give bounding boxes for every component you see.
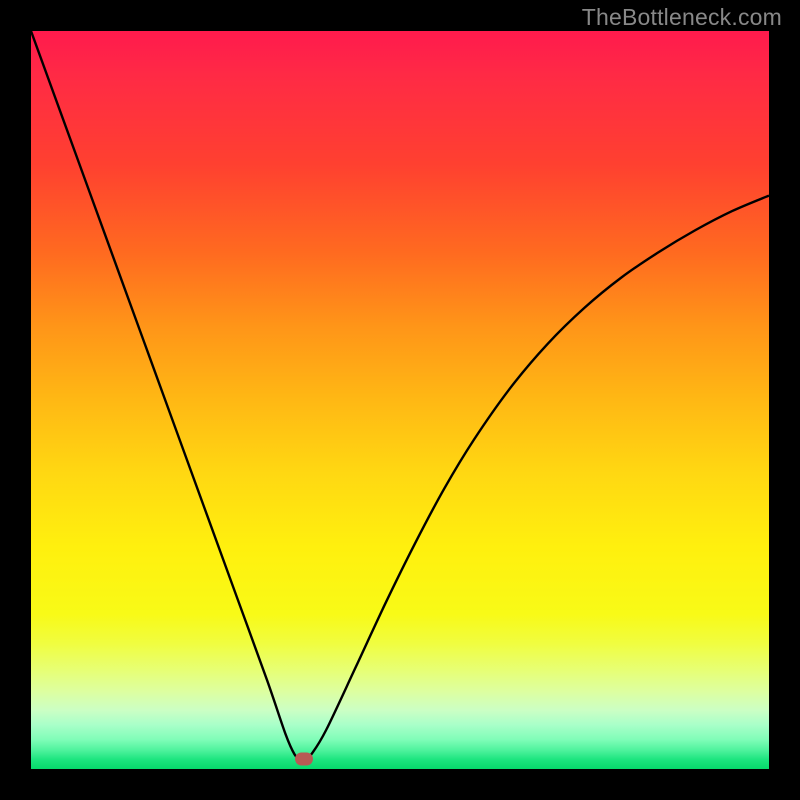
optimal-point-marker (295, 752, 313, 765)
chart-frame: TheBottleneck.com (0, 0, 800, 800)
watermark-text: TheBottleneck.com (582, 4, 782, 31)
plot-area (31, 31, 769, 769)
bottleneck-curve (31, 31, 769, 769)
